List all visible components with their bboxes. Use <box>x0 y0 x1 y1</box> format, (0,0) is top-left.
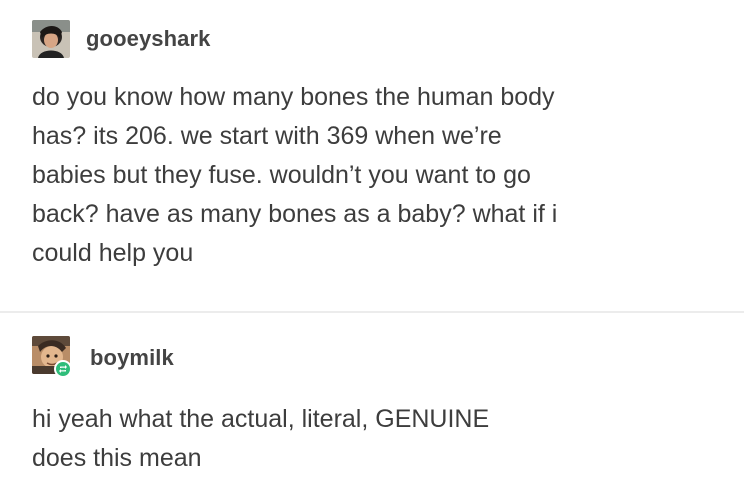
post-original: gooeyshark do you know how many bones th… <box>0 0 744 312</box>
reblog-icon <box>54 360 72 378</box>
username[interactable]: boymilk <box>90 345 174 371</box>
username[interactable]: gooeyshark <box>86 26 211 52</box>
post-divider <box>0 311 744 313</box>
post-header: gooeyshark <box>32 20 211 58</box>
user-avatar-icon[interactable] <box>32 20 70 58</box>
post-header: boymilk <box>32 336 174 380</box>
post-body-text: do you know how many bones the human bod… <box>32 83 558 267</box>
avatar[interactable] <box>32 336 76 380</box>
post-body-text: hi yeah what the actual, literal, GENUIN… <box>32 405 490 472</box>
post-reblog: boymilk hi yeah what the actual, literal… <box>0 314 744 504</box>
